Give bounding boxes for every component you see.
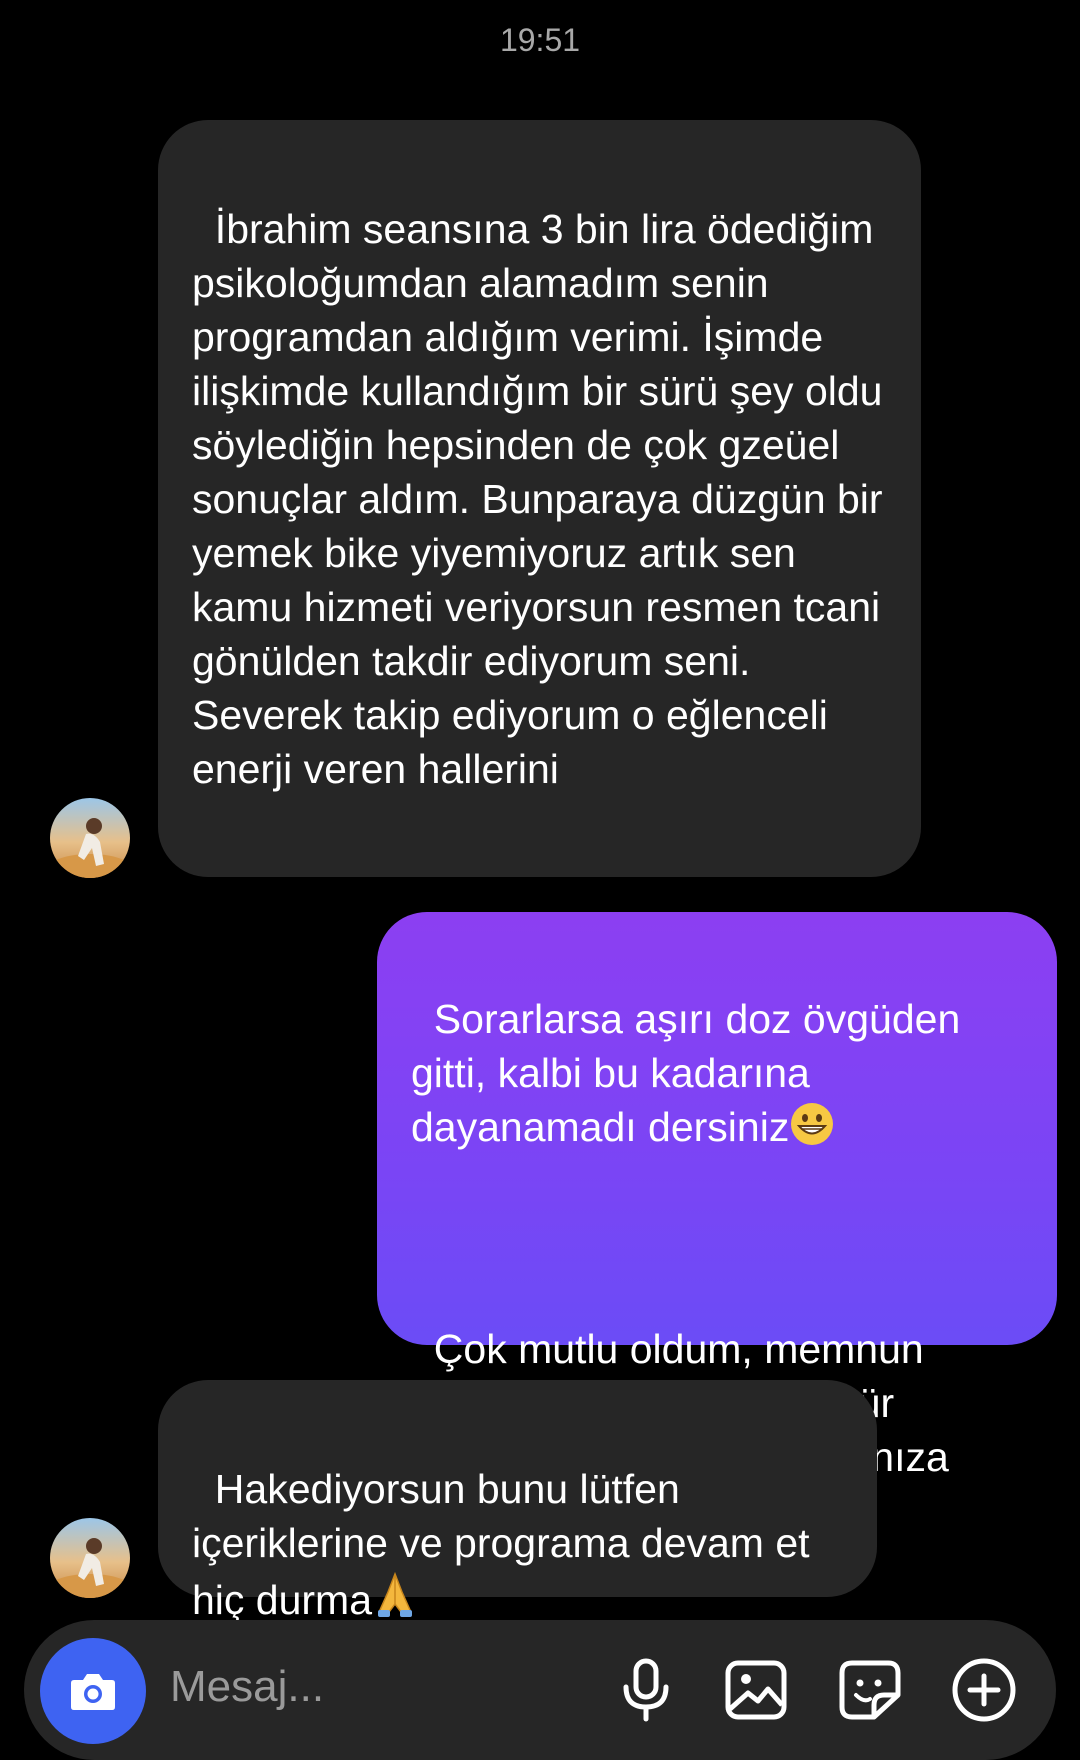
message-text: Sorarlarsa aşırı doz övgüden gitti, kalb… — [411, 996, 972, 1150]
avatar-image — [50, 798, 130, 878]
microphone-icon — [623, 1658, 669, 1722]
plus-circle-icon — [952, 1658, 1016, 1722]
timestamp: 19:51 — [499, 22, 581, 58]
message-composer: Mesaj... — [24, 1620, 1056, 1760]
grinning-face-emoji — [789, 1101, 835, 1160]
outgoing-message[interactable]: Sorarlarsa aşırı doz övgüden gitti, kalb… — [377, 912, 1057, 1480]
sender-avatar[interactable] — [50, 798, 130, 878]
gallery-icon — [725, 1660, 787, 1720]
message-text: Hakediyorsun bunu lütfen içeriklerine ve… — [192, 1466, 821, 1623]
avatar-image — [50, 1518, 130, 1598]
sticker-button[interactable] — [832, 1652, 908, 1728]
camera-button[interactable] — [40, 1638, 146, 1744]
sender-avatar[interactable] — [50, 1518, 130, 1598]
camera-icon — [71, 1674, 115, 1710]
message-text: İbrahim seansına 3 bin lira ödediğim psi… — [192, 206, 894, 792]
incoming-message[interactable]: İbrahim seansına 3 bin lira ödediğim psi… — [158, 120, 921, 877]
message-input[interactable]: Mesaj... — [170, 1662, 324, 1712]
gallery-button[interactable] — [718, 1652, 794, 1728]
more-button[interactable] — [946, 1652, 1022, 1728]
sticker-icon — [839, 1660, 901, 1720]
incoming-message[interactable]: Hakediyorsun bunu lütfen içeriklerine ve… — [158, 1380, 877, 1623]
microphone-button[interactable] — [608, 1652, 684, 1728]
